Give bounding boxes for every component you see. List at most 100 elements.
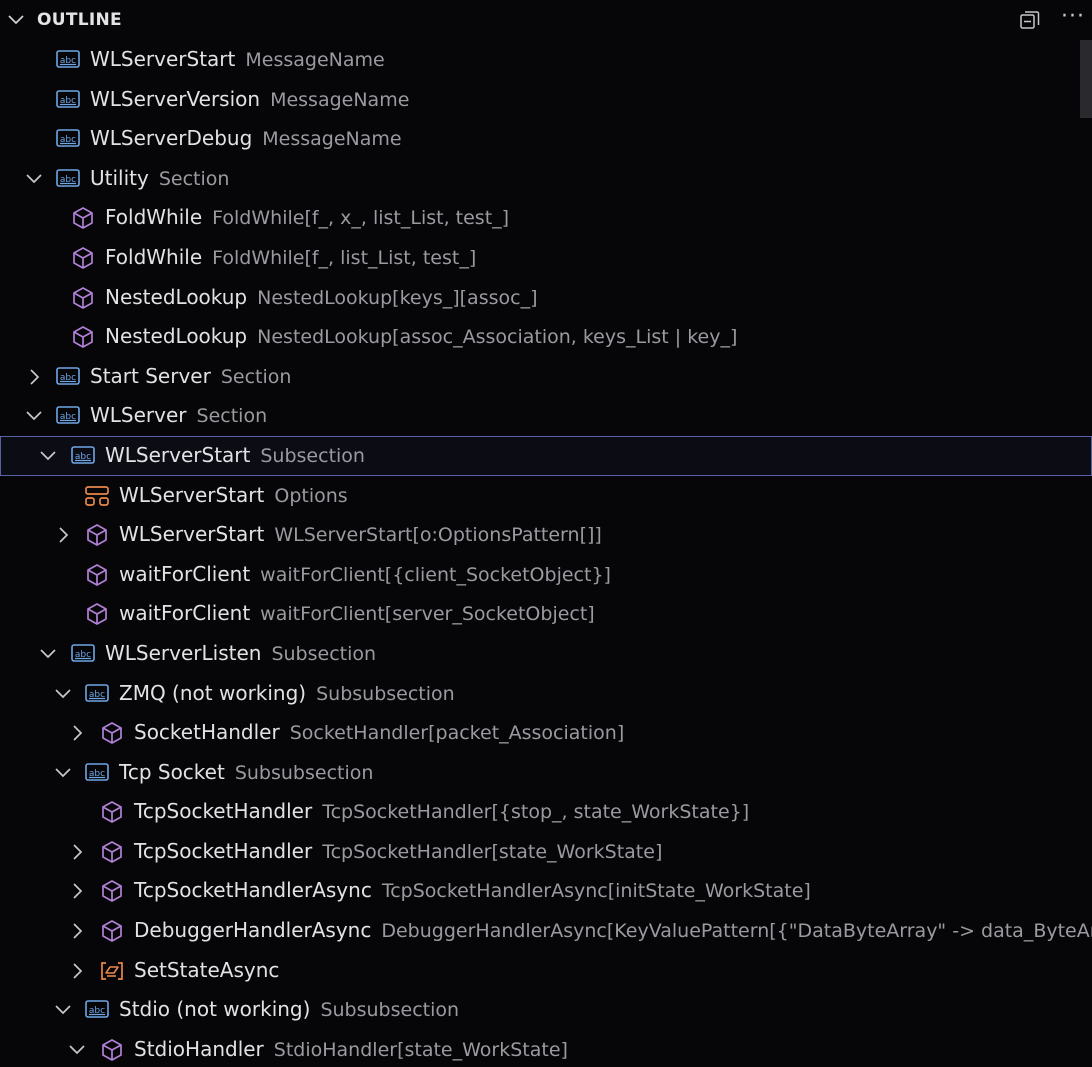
symbol-name: TcpSocketHandler — [134, 838, 313, 863]
string-icon: abc — [55, 365, 81, 389]
chevron-down-icon[interactable] — [67, 1040, 87, 1060]
chevron-down-icon[interactable] — [6, 10, 26, 30]
outline-item-text: WLServerStart WLServerStart[o:OptionsPatt… — [119, 515, 602, 555]
outline-item-stdiohandler[interactable]: StdioHandler StdioHandler[state_WorkState… — [0, 1030, 1092, 1067]
outline-item-text: NestedLookup NestedLookup[assoc_Associati… — [105, 317, 737, 357]
outline-item-wlserverversion[interactable]: abc WLServerVersion MessageName — [0, 80, 1092, 120]
outline-item-zmq-not-working[interactable]: abc ZMQ (not working) Subsubsection — [0, 674, 1092, 714]
chevron-right-icon[interactable] — [67, 921, 87, 941]
outline-item-text: FoldWhile FoldWhile[f_, list_List, test_] — [105, 238, 476, 278]
chevron-down-icon[interactable] — [38, 644, 58, 664]
outline-item-foldwhile[interactable]: FoldWhile FoldWhile[f_, x_, list_List, te… — [0, 198, 1092, 238]
chevron-down-icon[interactable] — [24, 169, 44, 189]
symbol-name: DebuggerHandlerAsync — [134, 918, 372, 943]
outline-item-debuggerhandlerasync[interactable]: DebuggerHandlerAsync DebuggerHandlerAsync… — [0, 911, 1092, 951]
chevron-down-icon[interactable] — [24, 406, 44, 426]
string-icon: abc — [70, 444, 96, 468]
outline-item-stdio-not-working[interactable]: abc Stdio (not working) Subsubsection — [0, 990, 1092, 1030]
symbol-detail: NestedLookup[assoc_Association, keys_Lis… — [257, 326, 738, 349]
symbol-detail: TcpSocketHandler[{stop_, state_WorkState… — [322, 801, 750, 824]
outline-item-text: FoldWhile FoldWhile[f_, x_, list_List, te… — [105, 198, 509, 238]
outline-item-text: ZMQ (not working) Subsubsection — [119, 674, 455, 714]
scrollbar-thumb[interactable] — [1080, 40, 1092, 118]
chevron-right-icon[interactable] — [67, 881, 87, 901]
outline-title: OUTLINE — [37, 10, 122, 30]
string-icon: abc — [55, 404, 81, 428]
chevron-right-icon[interactable] — [67, 961, 87, 981]
symbol-detail: MessageName — [270, 88, 410, 111]
symbol-name: StdioHandler — [134, 1036, 264, 1061]
outline-item-text: waitForClient waitForClient[server_Socket… — [119, 594, 595, 634]
function-icon — [84, 523, 110, 547]
outline-item-text: SocketHandler SocketHandler[packet_Associ… — [134, 713, 624, 753]
outline-item-nestedlookup[interactable]: NestedLookup NestedLookup[keys_][assoc_] — [0, 278, 1092, 318]
symbol-detail: WLServerStart[o:OptionsPattern[]] — [274, 524, 602, 547]
function-icon — [84, 602, 110, 626]
symbol-name: FoldWhile — [105, 244, 203, 269]
symbol-detail: MessageName — [262, 128, 402, 151]
outline-item-wlserver[interactable]: abc WLServer Section — [0, 396, 1092, 436]
outline-item-tcpsockethandlerasync[interactable]: TcpSocketHandlerAsync TcpSocketHandlerAsy… — [0, 871, 1092, 911]
outline-item-tcpsockethandler[interactable]: TcpSocketHandler TcpSocketHandler[{stop_,… — [0, 792, 1092, 832]
symbol-name: FoldWhile — [105, 205, 203, 230]
symbol-detail: FoldWhile[f_, list_List, test_] — [212, 246, 477, 269]
outline-panel: OUTLINE ··· abc WLServerStart MessageName a… — [0, 0, 1092, 1067]
outline-tree: abc WLServerStart MessageName abc WLServerVe… — [0, 40, 1092, 1067]
symbol-name: WLServer — [90, 403, 187, 428]
symbol-name: SocketHandler — [134, 720, 280, 745]
symbol-detail: MessageName — [245, 49, 385, 71]
function-icon — [99, 721, 125, 745]
symbol-detail: SocketHandler[packet_Association] — [289, 722, 625, 745]
outline-item-text: WLServerStart MessageName — [90, 40, 385, 80]
symbol-name: Start Server — [90, 363, 211, 388]
more-actions-button[interactable]: ··· — [1058, 6, 1088, 32]
symbol-detail: Section — [158, 167, 230, 190]
string-icon: abc — [84, 682, 110, 706]
chevron-right-icon[interactable] — [53, 525, 73, 545]
string-icon: abc — [70, 642, 96, 666]
function-icon — [99, 919, 125, 943]
symbol-name: WLServerStart — [119, 482, 265, 507]
chevron-right-icon[interactable] — [67, 842, 87, 862]
outline-item-start-server[interactable]: abc Start Server Section — [0, 357, 1092, 397]
function-icon — [70, 325, 96, 349]
symbol-name: WLServerStart — [90, 47, 236, 71]
symbol-name: TcpSocketHandler — [134, 799, 313, 824]
chevron-down-icon[interactable] — [53, 1000, 73, 1020]
chevron-down-icon[interactable] — [53, 684, 73, 704]
outline-item-text: waitForClient waitForClient[{client_Socke… — [119, 555, 611, 595]
outline-item-text: NestedLookup NestedLookup[keys_][assoc_] — [105, 278, 537, 318]
outline-item-tcpsockethandler[interactable]: TcpSocketHandler TcpSocketHandler[state_W… — [0, 832, 1092, 872]
symbol-name: ZMQ (not working) — [119, 680, 307, 705]
symbol-detail: Options — [274, 484, 348, 507]
outline-item-tcp-socket[interactable]: abc Tcp Socket Subsubsection — [0, 753, 1092, 793]
outline-item-wlserverstart[interactable]: abc WLServerStart Subsection — [0, 435, 1092, 476]
symbol-detail: waitForClient[server_SocketObject] — [260, 603, 595, 626]
outline-item-text: WLServerStart Subsection — [105, 436, 365, 476]
symbol-detail: Subsubsection — [316, 682, 455, 705]
outline-item-wlserverstart[interactable]: abc WLServerStart MessageName — [0, 40, 1092, 80]
outline-item-waitforclient[interactable]: waitForClient waitForClient[server_Socket… — [0, 594, 1092, 634]
symbol-detail: TcpSocketHandlerAsync[initState_WorkStat… — [381, 880, 811, 903]
outline-item-text: SetStateAsync — [134, 951, 279, 991]
outline-item-wlserverstart[interactable]: WLServerStart WLServerStart[o:OptionsPatt… — [0, 515, 1092, 555]
outline-item-sockethandler[interactable]: SocketHandler SocketHandler[packet_Associ… — [0, 713, 1092, 753]
outline-item-wlserverdebug[interactable]: abc WLServerDebug MessageName — [0, 119, 1092, 159]
chevron-right-icon[interactable] — [24, 367, 44, 387]
outline-item-wlserverstart[interactable]: WLServerStart Options — [0, 476, 1092, 516]
chevron-down-icon[interactable] — [53, 763, 73, 783]
symbol-name: WLServerVersion — [90, 86, 261, 111]
outline-item-nestedlookup[interactable]: NestedLookup NestedLookup[assoc_Associati… — [0, 317, 1092, 357]
outline-item-foldwhile[interactable]: FoldWhile FoldWhile[f_, list_List, test_] — [0, 238, 1092, 278]
outline-item-setstateasync[interactable]: SetStateAsync — [0, 951, 1092, 991]
outline-item-utility[interactable]: abc Utility Section — [0, 159, 1092, 199]
outline-item-waitforclient[interactable]: waitForClient waitForClient[{client_Socke… — [0, 555, 1092, 595]
outline-item-text: WLServerDebug MessageName — [90, 119, 402, 159]
outline-item-wlserverlisten[interactable]: abc WLServerListen Subsection — [0, 634, 1092, 674]
symbol-name: Stdio (not working) — [119, 997, 311, 1022]
collapse-all-icon[interactable] — [1018, 8, 1042, 32]
chevron-right-icon[interactable] — [67, 723, 87, 743]
chevron-down-icon[interactable] — [38, 446, 58, 466]
string-icon: abc — [55, 48, 81, 72]
outline-header[interactable]: OUTLINE ··· — [0, 0, 1092, 40]
